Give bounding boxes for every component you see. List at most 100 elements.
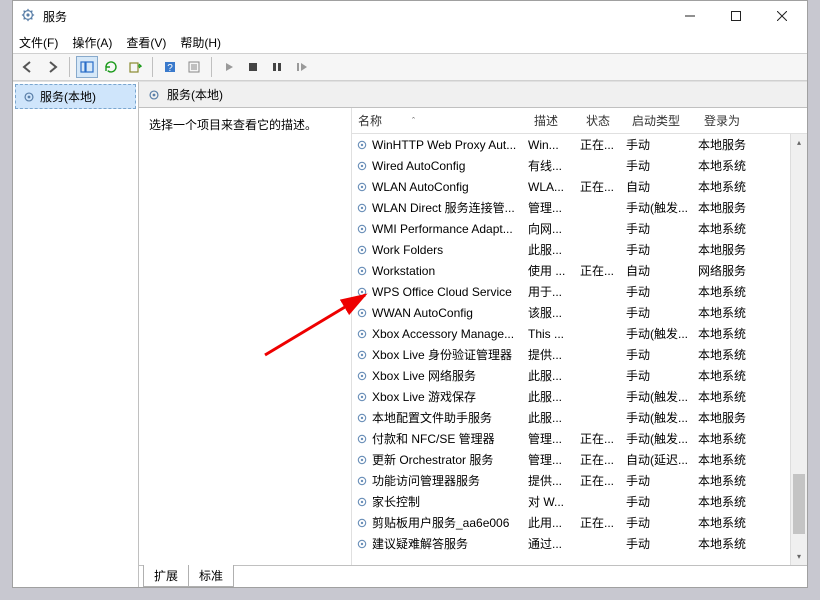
app-icon [21,8,37,24]
service-desc: 此服... [528,241,580,258]
tab-standard[interactable]: 标准 [188,565,234,587]
help-button[interactable]: ? [159,56,181,78]
stop-service-button[interactable] [242,56,264,78]
menu-file[interactable]: 文件(F) [19,34,58,51]
service-name: Workstation [372,264,435,278]
service-row[interactable]: Work Folders此服...手动本地服务 [352,239,807,260]
service-name: Xbox Live 身份验证管理器 [372,346,512,363]
view-tabs: 扩展 标准 [139,565,807,587]
service-logon: 本地系统 [698,430,766,447]
service-row[interactable]: 建议疑难解答服务通过...手动本地系统 [352,533,807,554]
export-button[interactable] [124,56,146,78]
menu-action[interactable]: 操作(A) [72,34,112,51]
menubar: 文件(F) 操作(A) 查看(V) 帮助(H) [13,31,807,53]
maximize-button[interactable] [713,1,759,31]
service-desc: This ... [528,327,580,341]
service-name: Work Folders [372,243,443,257]
minimize-button[interactable] [667,1,713,31]
service-startup: 手动 [626,220,698,237]
nav-pane: 服务(本地) [13,82,139,587]
column-startup[interactable]: 启动类型 [626,108,698,133]
service-name: WLAN AutoConfig [372,180,469,194]
service-row[interactable]: Wired AutoConfig有线...手动本地系统 [352,155,807,176]
service-state: 正在... [580,514,626,531]
service-startup: 手动 [626,535,698,552]
service-desc: 管理... [528,430,580,447]
service-name: Xbox Live 游戏保存 [372,388,476,405]
service-row[interactable]: WMI Performance Adapt...向网...手动本地系统 [352,218,807,239]
menu-help[interactable]: 帮助(H) [180,34,221,51]
description-pane: 选择一个项目来查看它的描述。 [139,108,351,565]
service-desc: WLA... [528,180,580,194]
service-logon: 本地系统 [698,388,766,405]
back-button[interactable] [17,56,39,78]
service-row[interactable]: 剪贴板用户服务_aa6e006此用...正在...手动本地系统 [352,512,807,533]
service-row[interactable]: 功能访问管理器服务提供...正在...手动本地系统 [352,470,807,491]
service-desc: 管理... [528,199,580,216]
column-state[interactable]: 状态 [580,108,626,133]
vertical-scrollbar[interactable]: ▴ ▾ [790,134,807,565]
service-row[interactable]: Workstation使用 ...正在...自动网络服务 [352,260,807,281]
main-split: 选择一个项目来查看它的描述。 名称ˆ 描述 状态 启动类型 登录为 WinHTT… [139,108,807,565]
scroll-thumb[interactable] [793,474,805,534]
forward-button[interactable] [41,56,63,78]
service-startup: 自动(延迟... [626,451,698,468]
service-desc: 此服... [528,409,580,426]
service-row[interactable]: Xbox Accessory Manage...This ...手动(触发...… [352,323,807,344]
gear-icon [354,495,370,509]
show-hide-console-button[interactable] [76,56,98,78]
scroll-up-icon[interactable]: ▴ [791,134,807,151]
gear-icon [22,90,36,104]
service-name: Xbox Live 网络服务 [372,367,476,384]
service-startup: 手动 [626,493,698,510]
service-name: WinHTTP Web Proxy Aut... [372,138,516,152]
description-prompt: 选择一个项目来查看它的描述。 [149,118,317,132]
service-row[interactable]: Xbox Live 游戏保存此服...手动(触发...本地系统 [352,386,807,407]
service-row[interactable]: 付款和 NFC/SE 管理器管理...正在...手动(触发...本地系统 [352,428,807,449]
gear-icon [354,348,370,362]
service-row[interactable]: WinHTTP Web Proxy Aut...Win...正在...手动本地服… [352,134,807,155]
menu-view[interactable]: 查看(V) [126,34,166,51]
column-logon[interactable]: 登录为 [698,108,766,133]
service-logon: 本地系统 [698,304,766,321]
service-row[interactable]: WPS Office Cloud Service用于...手动本地系统 [352,281,807,302]
service-rows: WinHTTP Web Proxy Aut...Win...正在...手动本地服… [352,134,807,565]
services-window: 服务 文件(F) 操作(A) 查看(V) 帮助(H) ? [12,0,808,588]
restart-service-button[interactable] [290,56,312,78]
column-description[interactable]: 描述 [528,108,580,133]
service-row[interactable]: 家长控制对 W...手动本地系统 [352,491,807,512]
sort-asc-icon: ˆ [412,116,415,126]
service-logon: 本地系统 [698,367,766,384]
service-name: 家长控制 [372,493,420,510]
tab-extended[interactable]: 扩展 [143,565,189,587]
service-name: WWAN AutoConfig [372,306,473,320]
nav-item-local-services[interactable]: 服务(本地) [15,84,136,109]
close-button[interactable] [759,1,805,31]
service-row[interactable]: Xbox Live 身份验证管理器提供...手动本地系统 [352,344,807,365]
service-row[interactable]: WLAN AutoConfigWLA...正在...自动本地系统 [352,176,807,197]
service-desc: 用于... [528,283,580,300]
service-row[interactable]: WLAN Direct 服务连接管...管理...手动(触发...本地服务 [352,197,807,218]
service-name: 付款和 NFC/SE 管理器 [372,430,495,447]
service-startup: 自动 [626,178,698,195]
refresh-button[interactable] [100,56,122,78]
service-logon: 本地系统 [698,535,766,552]
service-name: WMI Performance Adapt... [372,222,513,236]
gear-icon [354,369,370,383]
service-name: 功能访问管理器服务 [372,472,480,489]
gear-icon [354,306,370,320]
service-row[interactable]: Xbox Live 网络服务此服...手动本地系统 [352,365,807,386]
gear-icon [354,390,370,404]
service-startup: 自动 [626,262,698,279]
properties-button[interactable] [183,56,205,78]
scroll-down-icon[interactable]: ▾ [791,548,807,565]
pause-service-button[interactable] [266,56,288,78]
service-row[interactable]: WWAN AutoConfig该服...手动本地系统 [352,302,807,323]
service-row[interactable]: 更新 Orchestrator 服务管理...正在...自动(延迟...本地系统 [352,449,807,470]
service-startup: 手动 [626,157,698,174]
service-name: 本地配置文件助手服务 [372,409,492,426]
service-logon: 网络服务 [698,262,766,279]
service-row[interactable]: 本地配置文件助手服务此服...手动(触发...本地服务 [352,407,807,428]
column-name[interactable]: 名称ˆ [352,108,528,133]
start-service-button[interactable] [218,56,240,78]
